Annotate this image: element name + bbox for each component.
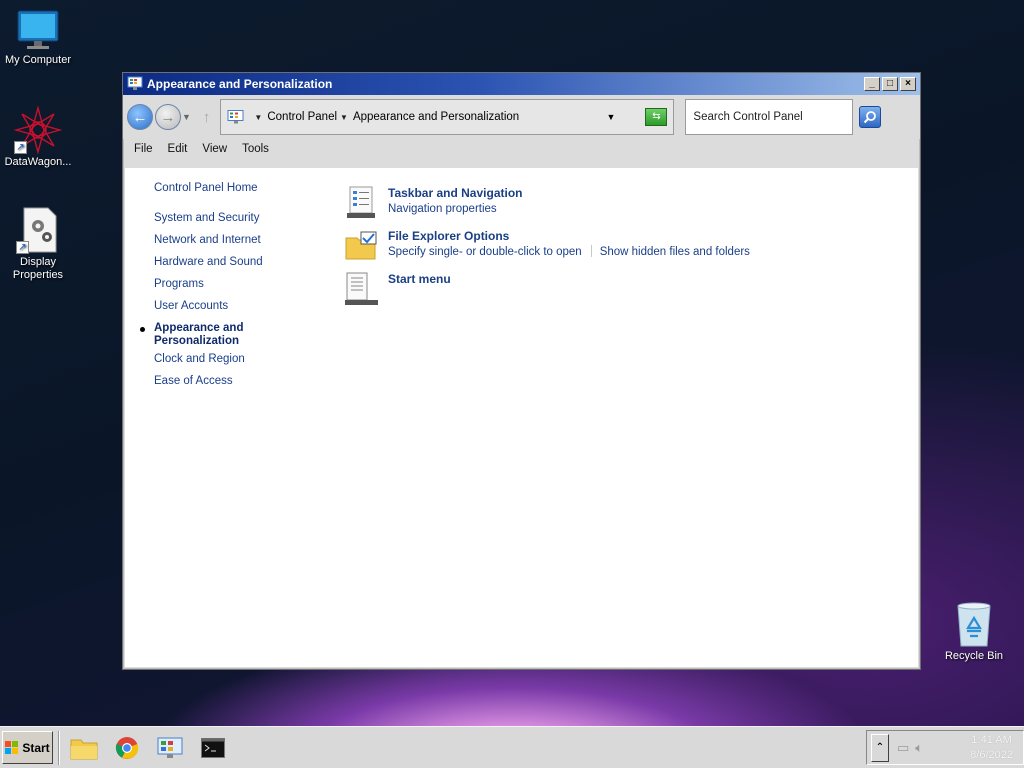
sidebar-item-system-and-security[interactable]: System and Security [154, 212, 324, 234]
sidebar-item-network-and-internet[interactable]: Network and Internet [154, 234, 324, 256]
sidebar-item-control-panel-home[interactable]: Control Panel Home [154, 182, 324, 194]
search-icon [864, 111, 877, 124]
desktop-icon-datawagon[interactable]: ↗ DataWagon... [0, 105, 78, 169]
search-input[interactable]: Search Control Panel [685, 99, 854, 135]
folder-options-icon [345, 229, 379, 263]
breadcrumb-appearance[interactable]: Appearance and Personalization [353, 111, 519, 123]
maximize-button[interactable]: □ [882, 77, 898, 91]
arrow-left-icon: ← [132, 108, 148, 126]
windows-logo-icon [5, 740, 19, 754]
forward-button[interactable]: → [155, 104, 181, 130]
sidebar-nav: Control Panel Home System and Security N… [140, 182, 324, 397]
volume-icon[interactable]: 🔈︎ [915, 740, 923, 756]
minimize-button[interactable]: _ [864, 77, 880, 91]
taskbar-file-explorer[interactable] [64, 730, 104, 766]
clock[interactable]: 1:41 AM 8/6/2022 [970, 733, 1013, 763]
chevron-down-icon[interactable]: ▼ [254, 113, 262, 122]
back-button[interactable]: ← [127, 104, 153, 130]
recent-locations-dropdown[interactable]: ▼ [182, 112, 191, 122]
menu-view[interactable]: View [202, 143, 227, 155]
menu-file[interactable]: File [134, 143, 153, 155]
display-properties-icon: ↗ [16, 206, 60, 254]
network-icon[interactable]: ▭ [897, 740, 909, 756]
sidebar-item-appearance: Appearance and Personalization [140, 322, 324, 353]
system-tray: ⌃ ▭ 🔈︎ 1:41 AM 8/6/2022 [866, 730, 1024, 765]
desktop-icon-my-computer[interactable]: My Computer [0, 10, 78, 67]
desktop-icon-label: My Computer [4, 54, 72, 66]
desktop-icon-label: Display Properties [12, 256, 64, 281]
menu-edit[interactable]: Edit [168, 143, 188, 155]
start-label: Start [22, 740, 50, 755]
sidebar-item-hardware-and-sound[interactable]: Hardware and Sound [154, 256, 324, 278]
chevron-down-icon[interactable]: ▼ [340, 113, 348, 122]
menu-bar: File Edit View Tools [123, 139, 920, 158]
start-menu-icon [345, 272, 379, 306]
shortcut-arrow-icon: ↗ [14, 141, 27, 154]
clock-time: 1:41 AM [971, 733, 1012, 746]
desktop-icon-display-properties[interactable]: ↗ Display Properties [0, 206, 78, 282]
terminal-icon [201, 737, 225, 758]
content-pane: Control Panel Home System and Security N… [125, 168, 918, 667]
title-bar[interactable]: Appearance and Personalization _ □ × [123, 73, 920, 95]
item-heading[interactable]: Start menu [388, 272, 750, 287]
item-heading[interactable]: Taskbar and Navigation [388, 186, 750, 201]
clock-date: 8/6/2022 [970, 748, 1013, 761]
address-dropdown-button[interactable]: ▼ [607, 112, 616, 122]
up-button[interactable]: ↑ [203, 109, 211, 126]
chrome-icon [115, 736, 139, 759]
sidebar-item-user-accounts[interactable]: User Accounts [154, 300, 324, 322]
navigation-bar: ← → ▼ ↑ ▼ Control Panel ▼ Appearance and… [123, 95, 920, 139]
breadcrumb-control-panel[interactable]: Control Panel [267, 111, 337, 123]
item-file-explorer-options: File Explorer Options Specify single- or… [345, 229, 750, 260]
recycle-bin-icon [954, 602, 994, 648]
link-separator [590, 245, 592, 257]
refresh-button[interactable]: ⇆ [645, 108, 668, 126]
show-hidden-icons-button[interactable]: ⌃ [871, 733, 889, 762]
taskbar-control-panel[interactable] [150, 730, 190, 766]
taskbar-icon [345, 186, 379, 220]
taskbar: Start ⌃ ▭ 🔈︎ 1:41 AM 8/6/2022 [0, 726, 1024, 768]
desktop-icon-recycle-bin[interactable]: Recycle Bin [934, 602, 1014, 663]
sidebar-item-clock-and-region[interactable]: Clock and Region [154, 353, 324, 375]
control-panel-window: Appearance and Personalization _ □ × ← →… [122, 72, 921, 670]
sidebar-item-ease-of-access[interactable]: Ease of Access [154, 375, 324, 397]
datawagon-icon: ↗ [13, 105, 63, 155]
close-button[interactable]: × [900, 77, 916, 91]
taskbar-separator [58, 730, 60, 765]
link-single-double-click[interactable]: Specify single- or double-click to open [388, 246, 582, 258]
taskbar-chrome[interactable] [107, 730, 147, 766]
category-items: Taskbar and Navigation Navigation proper… [345, 186, 750, 305]
item-start-menu: Start menu [345, 272, 750, 305]
window-title: Appearance and Personalization [147, 77, 333, 91]
item-heading[interactable]: File Explorer Options [388, 229, 750, 244]
link-navigation-properties[interactable]: Navigation properties [388, 203, 497, 215]
file-explorer-icon [70, 739, 98, 759]
sidebar-item-programs[interactable]: Programs [154, 278, 324, 300]
address-bar[interactable]: ▼ Control Panel ▼ Appearance and Persona… [220, 99, 675, 135]
search-button[interactable] [859, 106, 882, 128]
control-panel-icon [127, 76, 143, 92]
menu-tools[interactable]: Tools [242, 143, 269, 155]
start-button[interactable]: Start [2, 731, 53, 764]
desktop-icon-label: DataWagon... [4, 156, 72, 168]
arrow-right-icon: → [160, 108, 176, 126]
control-panel-icon [157, 737, 183, 758]
monitor-icon [16, 10, 60, 52]
control-panel-icon [227, 110, 245, 124]
refresh-icon: ⇆ [652, 111, 661, 122]
shortcut-arrow-icon: ↗ [16, 241, 29, 254]
link-show-hidden-files[interactable]: Show hidden files and folders [600, 246, 750, 258]
item-taskbar-and-navigation: Taskbar and Navigation Navigation proper… [345, 186, 750, 220]
desktop-icon-label: Recycle Bin [944, 650, 1004, 662]
taskbar-terminal[interactable] [193, 730, 233, 766]
